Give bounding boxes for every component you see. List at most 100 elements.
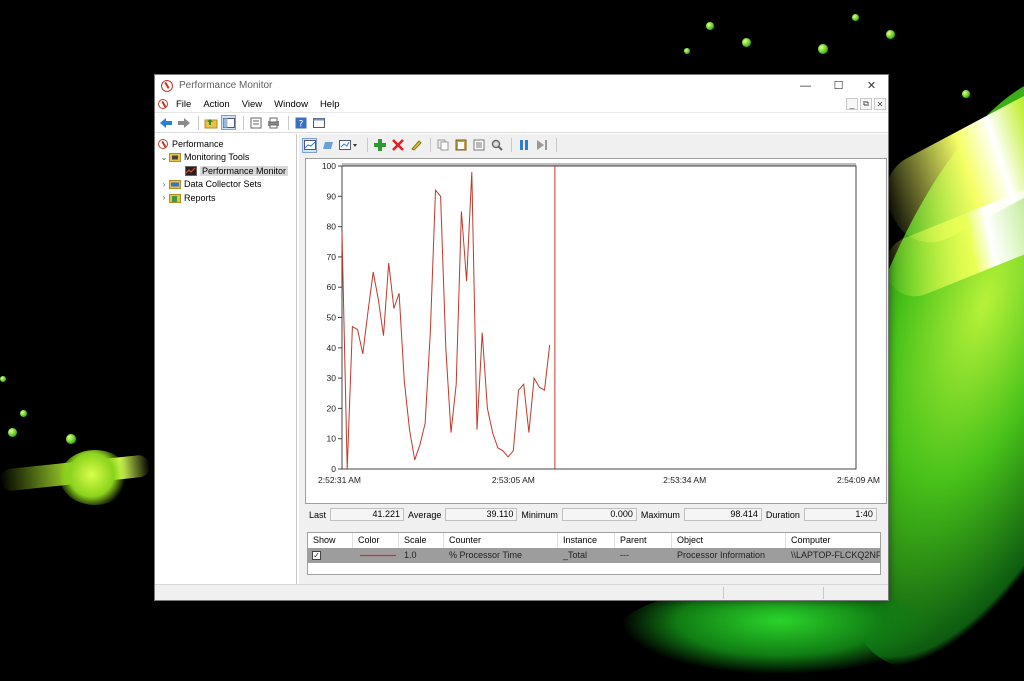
menu-bar: File Action View Window Help _ ⧉ ✕ xyxy=(155,96,888,113)
expanded-chevron-icon[interactable]: ⌄ xyxy=(159,153,169,162)
x-tick-label: 2:52:31 AM xyxy=(318,475,361,485)
counter-legend: Show Color Scale Counter Instance Parent… xyxy=(307,532,881,575)
green-droplet xyxy=(818,44,828,54)
svg-text:?: ? xyxy=(298,119,303,129)
y-tick-label: 40 xyxy=(327,343,337,353)
zoom-icon[interactable] xyxy=(489,138,504,153)
tree-item-performance-monitor[interactable]: Performance Monitor xyxy=(155,164,296,178)
stat-last-value: 41.221 xyxy=(330,508,405,521)
delete-counter-icon[interactable] xyxy=(390,138,405,153)
copy-properties-icon[interactable] xyxy=(435,138,450,153)
toolbar-separator xyxy=(243,115,244,130)
freeze-display-icon[interactable] xyxy=(516,138,531,153)
y-tick-label: 20 xyxy=(327,403,337,413)
y-tick-label: 10 xyxy=(327,434,337,444)
color-cell xyxy=(353,548,399,563)
window-title: Performance Monitor xyxy=(179,80,273,91)
green-droplet xyxy=(8,428,17,437)
tree-item-performance[interactable]: Performance xyxy=(155,137,296,151)
y-tick-label: 80 xyxy=(327,222,337,232)
menu-file[interactable]: File xyxy=(170,96,197,113)
up-folder-icon[interactable] xyxy=(203,115,218,130)
highlight-icon[interactable] xyxy=(408,138,423,153)
column-header-instance[interactable]: Instance xyxy=(558,533,615,548)
title-bar[interactable]: Performance Monitor — ☐ ✕ xyxy=(155,75,888,96)
child-restore-button[interactable]: ⧉ xyxy=(860,98,872,110)
menu-help[interactable]: Help xyxy=(314,96,346,113)
view-log-data-icon[interactable] xyxy=(320,138,335,153)
green-droplet xyxy=(852,14,859,21)
child-close-button[interactable]: ✕ xyxy=(874,98,886,110)
statistics-bar: Last 41.221 Average 39.110 Minimum 0.000… xyxy=(305,507,887,522)
graph-toolbar xyxy=(299,134,888,156)
properties-icon[interactable] xyxy=(471,138,486,153)
menu-action[interactable]: Action xyxy=(197,96,235,113)
menu-view[interactable]: View xyxy=(236,96,268,113)
x-tick-label: 2:53:34 AM xyxy=(663,475,706,485)
tree-item-reports[interactable]: › Reports xyxy=(155,191,296,205)
counter-row[interactable]: ✓ 1.0 % Processor Time _Total --- Proces… xyxy=(308,548,880,563)
column-header-object[interactable]: Object xyxy=(672,533,786,548)
view-current-activity-icon[interactable] xyxy=(302,137,317,153)
line-chart: 0 10 20 30 40 50 60 70 80 90 100 2:52:31 AM 2:53:05 … xyxy=(318,161,880,485)
collapsed-chevron-icon[interactable]: › xyxy=(159,180,169,189)
parent-cell: --- xyxy=(620,550,629,560)
show-cell: ✓ xyxy=(308,548,353,563)
child-minimize-button[interactable]: _ xyxy=(846,98,858,110)
green-droplet xyxy=(742,38,751,47)
collapsed-chevron-icon[interactable]: › xyxy=(159,193,169,202)
print-icon[interactable] xyxy=(266,115,281,130)
instance-cell: _Total xyxy=(563,550,588,560)
tree-item-label: Monitoring Tools xyxy=(184,152,250,163)
tree-item-label: Data Collector Sets xyxy=(184,179,262,190)
y-tick-label: 0 xyxy=(331,464,336,474)
tree-item-monitoring-tools[interactable]: ⌄ Monitoring Tools xyxy=(155,151,296,165)
object-cell: Processor Information xyxy=(677,550,766,560)
y-tick-label: 60 xyxy=(327,282,337,292)
close-button[interactable]: ✕ xyxy=(855,75,888,96)
update-data-icon[interactable] xyxy=(534,138,549,153)
column-header-scale[interactable]: Scale xyxy=(399,533,444,548)
y-tick-label: 70 xyxy=(327,252,337,262)
forward-arrow-icon[interactable] xyxy=(176,115,191,130)
legend-header: Show Color Scale Counter Instance Parent… xyxy=(308,533,880,548)
stat-maximum-value: 98.414 xyxy=(683,508,762,521)
stat-last-label: Last xyxy=(309,509,327,520)
green-splash-left xyxy=(60,450,130,505)
column-header-color[interactable]: Color xyxy=(353,533,399,548)
performance-app-icon xyxy=(161,79,173,92)
column-header-counter[interactable]: Counter xyxy=(444,533,558,548)
help-icon[interactable]: ? xyxy=(293,115,308,130)
series-line xyxy=(341,172,551,470)
properties-icon[interactable] xyxy=(248,115,263,130)
tree-item-data-collector-sets[interactable]: › Data Collector Sets xyxy=(155,178,296,192)
folder-icon xyxy=(169,193,181,203)
back-arrow-icon[interactable] xyxy=(158,115,173,130)
green-droplet xyxy=(20,410,27,417)
paste-counter-list-icon[interactable] xyxy=(453,138,468,153)
tree-item-label: Performance xyxy=(172,138,224,149)
show-checkbox[interactable]: ✓ xyxy=(312,551,321,560)
stat-duration-label: Duration xyxy=(765,509,800,520)
x-tick-label: 2:53:05 AM xyxy=(492,475,535,485)
add-counter-icon[interactable] xyxy=(372,138,387,153)
column-header-parent[interactable]: Parent xyxy=(615,533,672,548)
y-tick-label: 100 xyxy=(322,161,336,171)
console-icon[interactable] xyxy=(311,115,326,130)
stat-duration-value: 1:40 xyxy=(803,508,877,521)
performance-menu-icon[interactable] xyxy=(158,99,168,109)
toolbar-separator xyxy=(430,138,431,152)
console-tree: Performance ⌄ Monitoring Tools Performan… xyxy=(155,134,297,584)
change-graph-type-icon[interactable] xyxy=(338,138,360,153)
column-header-computer[interactable]: Computer xyxy=(786,533,880,548)
x-tick-label: 2:54:09 AM xyxy=(837,475,880,485)
show-hide-tree-icon[interactable] xyxy=(221,115,236,130)
maximize-button[interactable]: ☐ xyxy=(822,75,855,96)
tree-item-label: Reports xyxy=(184,192,216,203)
performance-graph[interactable]: 0 10 20 30 40 50 60 70 80 90 100 2:52:31 AM 2:53:05 … xyxy=(305,158,887,504)
status-divider xyxy=(823,587,824,599)
y-tick-label: 30 xyxy=(327,373,337,383)
menu-window[interactable]: Window xyxy=(268,96,314,113)
minimize-button[interactable]: — xyxy=(789,75,822,96)
column-header-show[interactable]: Show xyxy=(308,533,353,548)
